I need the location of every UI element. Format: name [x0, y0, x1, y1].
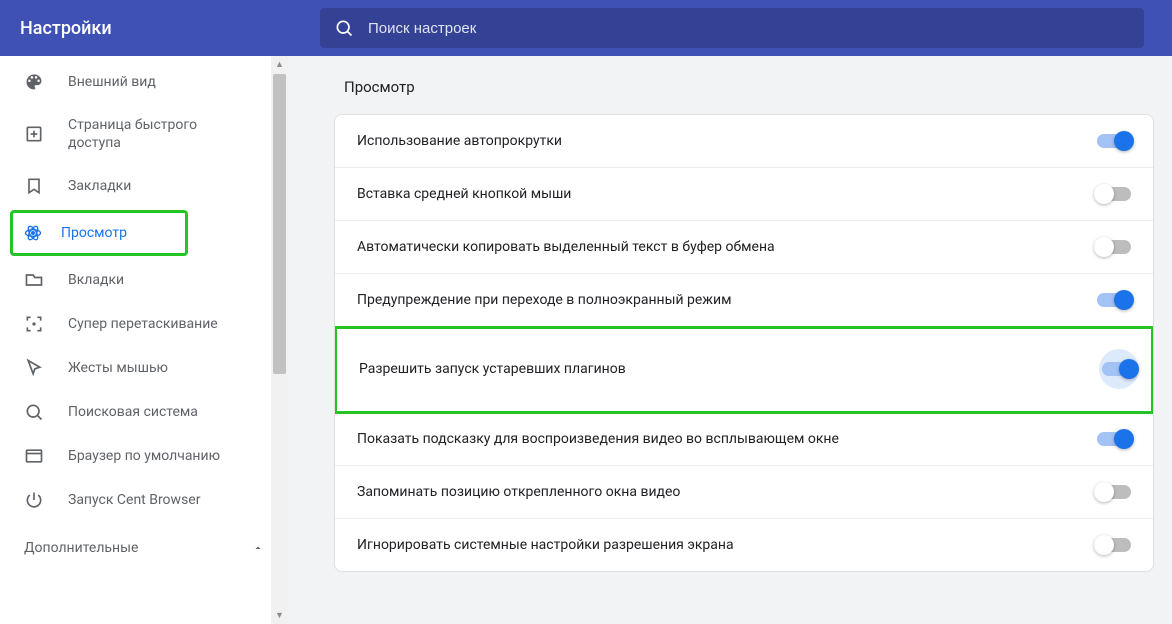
toggle-switch[interactable] — [1102, 362, 1136, 376]
app-header: Настройки — [0, 0, 1172, 56]
toggle-switch[interactable] — [1097, 134, 1131, 148]
setting-row-auto-copy: Автоматически копировать выделенный текс… — [335, 221, 1153, 274]
sidebar-item-label: Поисковая система — [68, 403, 198, 421]
settings-card: Использование автопрокрутки Вставка сред… — [334, 114, 1154, 572]
search-bar[interactable] — [320, 8, 1144, 48]
cursor-icon — [24, 358, 68, 378]
sidebar-item-tabs[interactable]: Вкладки — [0, 258, 288, 302]
sidebar-item-speed-dial[interactable]: Страница быстрого доступа — [0, 104, 288, 164]
sidebar-section-label: Дополнительные — [24, 540, 138, 556]
sidebar: Внешний вид Страница быстрого доступа За… — [0, 56, 288, 624]
sidebar-item-mouse-gestures[interactable]: Жесты мышью — [0, 346, 288, 390]
scrollbar-up-button[interactable]: ▲ — [271, 56, 288, 73]
sidebar-item-browsing[interactable]: Просмотр — [10, 210, 188, 256]
setting-label: Автоматически копировать выделенный текс… — [357, 239, 775, 255]
setting-label: Игнорировать системные настройки разреше… — [357, 537, 734, 553]
search-icon — [24, 402, 68, 422]
sidebar-scrollbar[interactable]: ▲ ▼ — [271, 56, 288, 624]
sidebar-item-label: Супер перетаскивание — [68, 315, 218, 333]
setting-row-video-hint: Показать подсказку для воспроизведения в… — [335, 413, 1153, 466]
browser-icon — [24, 446, 68, 466]
setting-row-popout-position: Запоминать позицию открепленного окна ви… — [335, 466, 1153, 519]
search-icon — [334, 18, 354, 38]
setting-row-ignore-dpi: Игнорировать системные настройки разреше… — [335, 519, 1153, 571]
power-icon — [24, 490, 68, 510]
toggle-switch[interactable] — [1097, 538, 1131, 552]
setting-label: Показать подсказку для воспроизведения в… — [357, 431, 839, 447]
sidebar-item-search-engine[interactable]: Поисковая система — [0, 390, 288, 434]
sidebar-item-label: Закладки — [68, 177, 131, 195]
setting-label: Вставка средней кнопкой мыши — [357, 186, 571, 202]
sidebar-item-label: Браузер по умолчанию — [68, 447, 220, 465]
sidebar-item-label: Просмотр — [61, 224, 127, 242]
sidebar-item-label: Вкладки — [68, 271, 124, 289]
sidebar-item-super-drag[interactable]: Супер перетаскивание — [0, 302, 288, 346]
sidebar-item-default-browser[interactable]: Браузер по умолчанию — [0, 434, 288, 478]
tab-icon — [24, 270, 68, 290]
scrollbar-thumb[interactable] — [273, 74, 286, 374]
palette-icon — [24, 72, 68, 92]
setting-row-legacy-plugins: Разрешить запуск устаревших плагинов — [334, 326, 1154, 414]
sidebar-item-label: Запуск Cent Browser — [68, 491, 200, 509]
plus-box-icon — [24, 124, 68, 144]
bookmark-icon — [24, 176, 68, 196]
page-title: Настройки — [20, 18, 320, 39]
sidebar-section-advanced[interactable]: Дополнительные — [0, 522, 288, 568]
atom-icon — [23, 223, 61, 243]
setting-label: Предупреждение при переходе в полноэкран… — [357, 292, 732, 308]
toggle-switch[interactable] — [1097, 432, 1131, 446]
section-title: Просмотр — [344, 78, 1154, 96]
chevron-up-icon — [252, 542, 264, 554]
toggle-switch[interactable] — [1097, 485, 1131, 499]
sidebar-item-startup[interactable]: Запуск Cent Browser — [0, 478, 288, 522]
sidebar-item-label: Страница быстрого доступа — [68, 116, 238, 152]
search-input[interactable] — [368, 8, 1130, 48]
toggle-switch[interactable] — [1097, 187, 1131, 201]
setting-label: Использование автопрокрутки — [357, 133, 562, 149]
toggle-switch[interactable] — [1097, 293, 1131, 307]
setting-row-middle-paste: Вставка средней кнопкой мыши — [335, 168, 1153, 221]
setting-label: Запоминать позицию открепленного окна ви… — [357, 484, 680, 500]
scrollbar-down-button[interactable]: ▼ — [271, 607, 288, 624]
toggle-switch[interactable] — [1097, 240, 1131, 254]
sidebar-item-appearance[interactable]: Внешний вид — [0, 60, 288, 104]
setting-row-fullscreen-warning: Предупреждение при переходе в полноэкран… — [335, 274, 1153, 327]
main-content: Просмотр Использование автопрокрутки Вст… — [288, 56, 1172, 624]
sidebar-item-label: Жесты мышью — [68, 359, 168, 377]
sidebar-item-label: Внешний вид — [68, 73, 156, 91]
toggle-halo — [1099, 349, 1139, 389]
focus-icon — [24, 314, 68, 334]
setting-label: Разрешить запуск устаревших плагинов — [359, 361, 626, 377]
sidebar-item-bookmarks[interactable]: Закладки — [0, 164, 288, 208]
setting-row-autoscroll: Использование автопрокрутки — [335, 115, 1153, 168]
